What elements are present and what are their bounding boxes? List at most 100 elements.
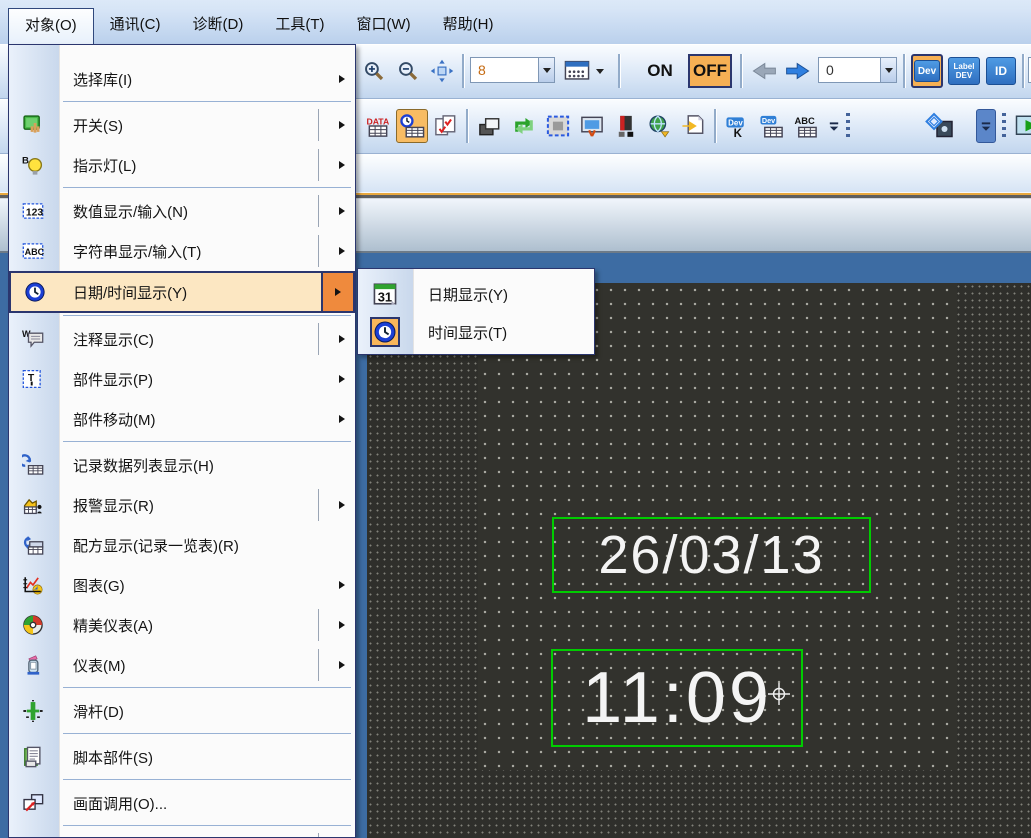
menubar-item[interactable]: 对象(O) [8,8,94,44]
toolbar-separator [740,54,743,88]
toolbar-drag-handle[interactable] [1002,113,1006,139]
menu-item[interactable]: 窗口位置(W) [9,829,355,838]
submenu-arrow-icon [339,207,345,215]
screen-editor-canvas[interactable]: 26/03/13 11:09 [367,283,1031,838]
zoom-level-combobox[interactable]: 8 [470,57,555,83]
device-view-toggle[interactable]: Dev [911,54,943,88]
menu-item[interactable]: 滑杆(D) [9,691,355,731]
back-button[interactable] [748,54,780,88]
menu-item-divider [318,323,319,355]
toolbar-drag-handle[interactable] [846,113,850,139]
dev-table-icon: Dev [759,114,785,138]
time-table-button[interactable] [396,109,428,143]
switch-icon [22,114,44,136]
toolbar-separator [466,109,469,143]
chevron-more-button[interactable] [824,109,844,143]
menu-item[interactable]: 仪表(M) [9,645,355,685]
object-menu-popup: 选择库(I) 开关(S) B 指示灯(L) 123数值显示/输入(N)ABC字符串显示/… [8,44,356,838]
menubar-item[interactable]: 诊断(D) [177,8,260,44]
submenu-arrow-box[interactable] [321,273,353,311]
menubar-item[interactable]: 工具(T) [259,8,340,44]
state-number-dropdown-button[interactable] [880,57,897,83]
zoom-level-dropdown-button[interactable] [538,57,555,83]
menu-item-label: 指示灯(L) [73,155,136,176]
screen-tools-button[interactable] [576,109,608,143]
bring-front-icon [477,114,503,138]
menu-item[interactable]: W注释显示(C) [9,319,355,359]
chevron-more-icon [828,116,840,136]
submenu-arrow-icon [339,501,345,509]
menubar-item[interactable]: 帮助(H) [427,8,510,44]
menu-item[interactable]: 日期/时间显示(Y) [9,271,355,313]
date-time-submenu-popup: 31日期显示(Y)时间显示(T) [357,268,595,355]
import-pages-button[interactable] [678,109,710,143]
bring-front-button[interactable] [474,109,506,143]
menu-item-divider [318,833,319,838]
svg-text:B: B [22,156,29,167]
menubar: 对象(O)通讯(C)诊断(D)工具(T)窗口(W)帮助(H) [0,8,1031,44]
menu-item[interactable]: T部件显示(P) [9,359,355,399]
dashed-frame-button[interactable] [542,109,574,143]
copy-check-button[interactable] [430,109,462,143]
grid-settings-button[interactable] [562,54,592,88]
green-screen-icon [1015,113,1031,139]
chevron-more-icon [980,116,992,136]
swap-arrows-button[interactable] [508,109,540,143]
state-off-button[interactable]: OFF [688,54,732,88]
menu-item[interactable]: 123数值显示/输入(N) [9,191,355,231]
menu-item[interactable]: B 指示灯(L) [9,145,355,185]
comment-icon: W [22,328,44,350]
menubar-item[interactable]: 窗口(W) [340,8,426,44]
menu-item[interactable]: 精美仪表(A) [9,605,355,645]
submenu-item[interactable]: 时间显示(T) [358,313,594,351]
caret-down-icon [596,69,604,74]
library-badge-icon [925,112,955,140]
calendar31-icon: 31 [370,279,400,309]
submenu-arrow-icon [339,661,345,669]
menu-item[interactable]: 脚本部件(S) [9,737,355,777]
state-number-combobox[interactable]: 0 [818,57,897,83]
date-display-object[interactable]: 26/03/13 [552,517,871,593]
chevron-more-button[interactable] [976,109,996,143]
menu-item-label: 日期/时间显示(Y) [73,282,187,303]
menu-item[interactable]: ABC字符串显示/输入(T) [9,231,355,271]
globe-export-button[interactable] [644,109,676,143]
menu-item[interactable]: 记录数据列表显示(H) [9,445,355,485]
menu-item[interactable]: 报警显示(R) [9,485,355,525]
id-view-toggle[interactable]: ID [985,54,1017,88]
menu-item[interactable]: 图表(G) [9,565,355,605]
menu-item[interactable]: 画面调用(O)... [9,783,355,823]
object-menu-list: 选择库(I) 开关(S) B 指示灯(L) 123数值显示/输入(N)ABC字符串显示/… [9,45,355,838]
menu-item-divider [318,235,319,267]
menu-item-label: 脚本部件(S) [73,747,153,768]
menu-item-divider [318,149,319,181]
dashed-frame-icon [545,114,571,138]
zoom-in-button[interactable] [358,54,390,88]
green-screen-button[interactable] [1010,109,1031,143]
menubar-item[interactable]: 通讯(C) [94,8,177,44]
zoom-level-value[interactable]: 8 [470,57,538,83]
fit-screen-button[interactable] [426,54,458,88]
time-table-icon [399,114,425,138]
data-table-button[interactable]: DATA [362,109,394,143]
menu-item[interactable]: 选择库(I) [9,59,355,99]
fancy-meter-icon [22,614,44,636]
state-on-button[interactable]: ON [636,54,684,88]
grid-settings-dropdown[interactable] [592,54,608,88]
block-colors-button[interactable] [610,109,642,143]
abc-table-button[interactable]: ABC [790,109,822,143]
menu-item[interactable]: 配方显示(记录一览表)(R) [9,525,355,565]
menu-item-divider [318,489,319,521]
library-badge-button[interactable] [920,109,960,143]
submenu-item[interactable]: 31日期显示(Y) [358,275,594,313]
menu-item[interactable]: 部件移动(M) [9,399,355,439]
menu-item[interactable]: 开关(S) [9,105,355,145]
zoom-out-button[interactable] [392,54,424,88]
submenu-arrow-icon [339,415,345,423]
state-number-value[interactable]: 0 [818,57,880,83]
forward-button[interactable] [782,54,814,88]
labeldev-badge: LabelDEV [948,57,980,85]
dev-find-button[interactable]: DevK [722,109,754,143]
label-device-view-toggle[interactable]: LabelDEV [947,54,981,88]
dev-table-button[interactable]: Dev [756,109,788,143]
